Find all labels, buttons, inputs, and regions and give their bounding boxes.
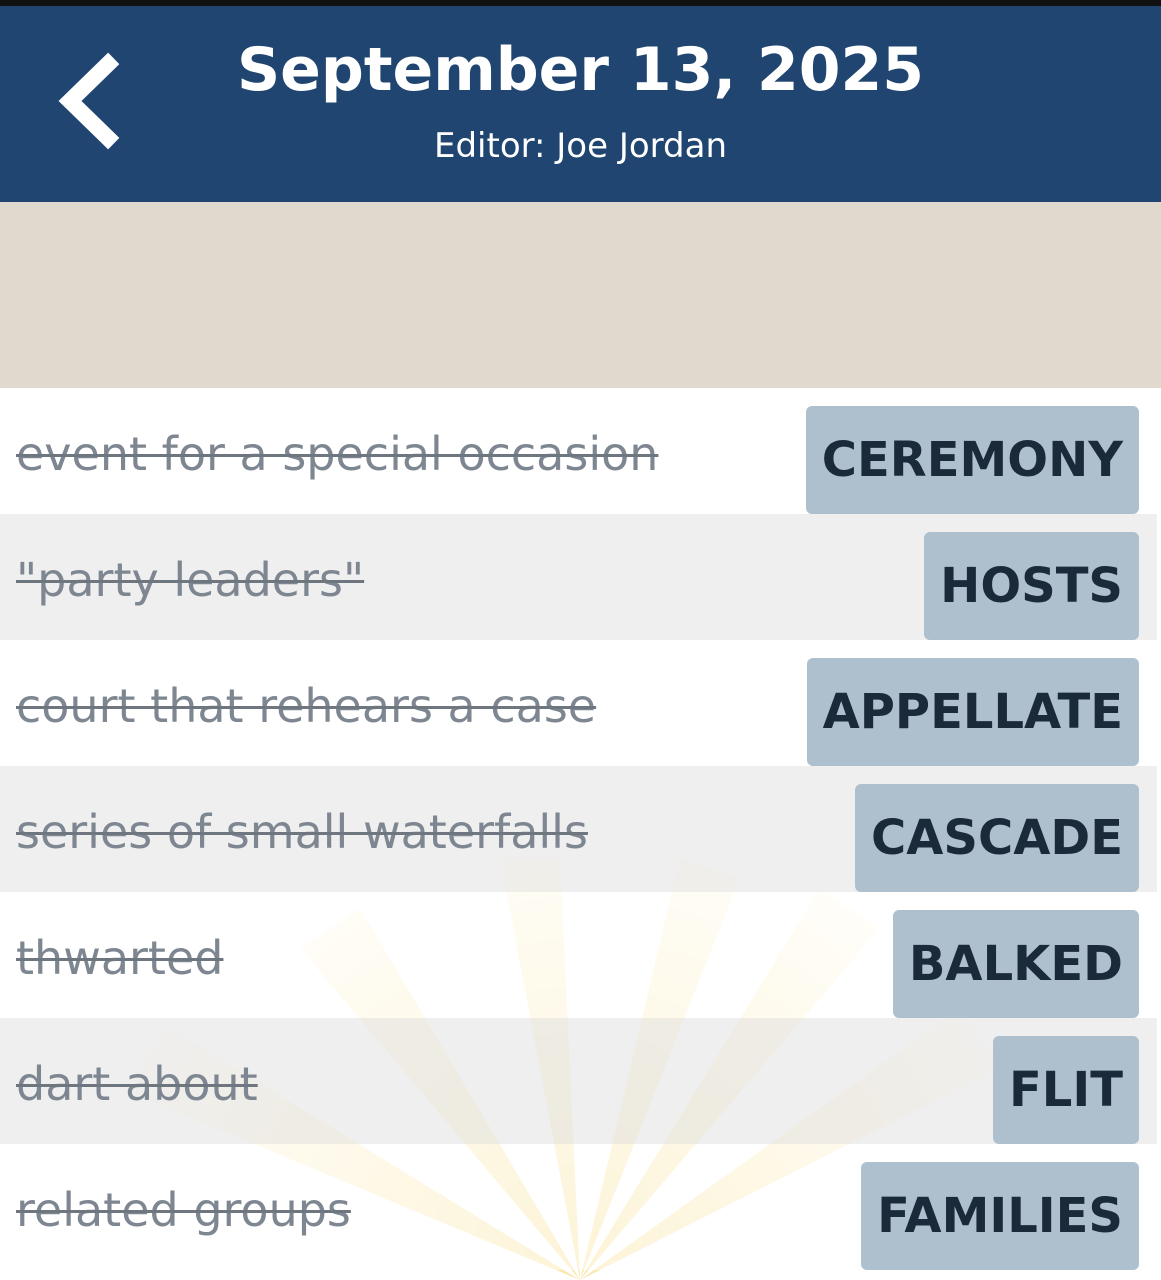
clue-text: court that rehears a case (16, 679, 597, 733)
clue-row: "party leaders" HOSTS (0, 514, 1157, 640)
clue-text: "party leaders" (16, 553, 365, 607)
answer-tile[interactable]: HOSTS (924, 532, 1139, 640)
clue-text: thwarted (16, 931, 224, 985)
clue-row: related groups FAMILIES (0, 1144, 1157, 1270)
answer-tile[interactable]: BALKED (892, 910, 1139, 1018)
app-header: September 13, 2025 Editor: Joe Jordan (0, 6, 1161, 202)
clue-row: series of small waterfalls CASCADE (0, 766, 1157, 892)
clue-text: related groups (16, 1183, 351, 1237)
page-title: September 13, 2025 (236, 35, 925, 105)
answer-tile[interactable]: FAMILIES (861, 1162, 1139, 1270)
clue-row: event for a special occasion CEREMONY (0, 388, 1157, 514)
clue-row: thwarted BALKED (0, 892, 1157, 1018)
clue-text: event for a special occasion (16, 427, 659, 481)
clue-row: court that rehears a case APPELLATE (0, 640, 1157, 766)
clue-text: series of small waterfalls (16, 805, 588, 859)
clue-list: event for a special occasion CEREMONY "p… (0, 388, 1161, 1270)
banner-area (0, 202, 1161, 388)
answer-tile[interactable]: CEREMONY (805, 406, 1139, 514)
clue-row: dart about FLIT (0, 1018, 1157, 1144)
editor-credit: Editor: Joe Jordan (433, 126, 728, 166)
answer-tile[interactable]: FLIT (993, 1036, 1139, 1144)
clue-text: dart about (16, 1057, 258, 1111)
answer-tile[interactable]: CASCADE (855, 784, 1139, 892)
answer-tile[interactable]: APPELLATE (806, 658, 1139, 766)
